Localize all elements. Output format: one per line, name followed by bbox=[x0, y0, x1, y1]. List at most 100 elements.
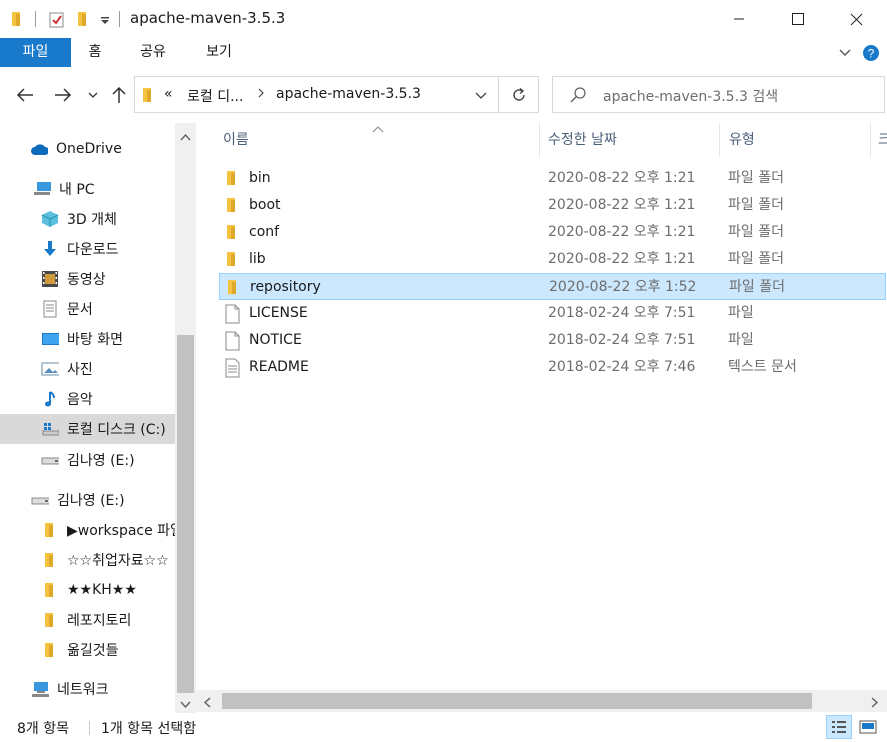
sidebar-item-label: ▶workspace 파일 bbox=[67, 523, 175, 539]
refresh-icon bbox=[512, 87, 525, 101]
expand-ribbon-icon[interactable] bbox=[838, 46, 852, 64]
address-segment-local-disk[interactable]: 로컬 디... bbox=[187, 86, 243, 106]
scroll-right-icon[interactable] bbox=[871, 696, 879, 712]
tab-view[interactable]: 보기 bbox=[199, 38, 239, 67]
tab-share[interactable]: 공유 bbox=[133, 38, 173, 67]
sidebar-item[interactable]: 김나영 (E:) bbox=[0, 485, 175, 515]
sidebar-item[interactable]: 로컬 디스크 (C:) bbox=[0, 414, 175, 444]
file-date: 2020-08-22 오후 1:21 bbox=[548, 251, 696, 267]
minimize-button[interactable] bbox=[709, 0, 769, 38]
up-button[interactable] bbox=[106, 80, 132, 110]
large-icons-view-button[interactable] bbox=[856, 717, 880, 737]
nav-scrollbar-thumb[interactable] bbox=[177, 335, 194, 693]
file-row[interactable]: README 2018-02-24 오후 7:46 텍스트 문서 bbox=[219, 354, 886, 381]
tab-home[interactable]: 홈 bbox=[80, 38, 110, 67]
network-icon bbox=[31, 680, 49, 698]
file-type: 파일 폴더 bbox=[728, 170, 784, 186]
help-icon[interactable]: ? bbox=[862, 44, 880, 66]
tab-file[interactable]: 파일 bbox=[0, 38, 71, 67]
sidebar-item[interactable]: 음악 bbox=[0, 384, 175, 414]
sidebar-item-label: 내 PC bbox=[59, 182, 95, 198]
forward-button[interactable] bbox=[48, 80, 78, 110]
column-header-name[interactable]: 이름 bbox=[223, 123, 249, 157]
sidebar-item[interactable]: 바탕 화면 bbox=[0, 324, 175, 354]
sidebar-item[interactable]: 다운로드 bbox=[0, 234, 175, 264]
file-list-scrollbar-thumb[interactable] bbox=[222, 693, 812, 709]
blank-file-icon bbox=[224, 304, 242, 324]
column-header-date[interactable]: 수정한 날짜 bbox=[548, 123, 617, 157]
scroll-down-icon[interactable] bbox=[180, 697, 191, 713]
sidebar-item[interactable]: ▶workspace 파일 bbox=[0, 515, 175, 545]
address-bar[interactable]: « 로컬 디... apache-maven-3.5.3 bbox=[134, 76, 499, 113]
status-bar: 8개 항목 1개 항목 선택함 bbox=[0, 713, 887, 742]
column-divider[interactable] bbox=[719, 123, 720, 157]
sidebar-item-label: ★★KH★★ bbox=[67, 582, 137, 598]
details-view-button[interactable] bbox=[826, 715, 852, 739]
sidebar-item-label: 문서 bbox=[67, 302, 93, 318]
sidebar-item-label: 다운로드 bbox=[67, 242, 119, 258]
title-bar: apache-maven-3.5.3 bbox=[0, 0, 887, 38]
refresh-button[interactable] bbox=[499, 76, 539, 113]
details-view-icon bbox=[832, 721, 846, 733]
file-name: bin bbox=[249, 170, 271, 186]
document-icon bbox=[41, 300, 59, 318]
status-item-count: 8개 항목 bbox=[17, 721, 69, 737]
file-row[interactable]: NOTICE 2018-02-24 오후 7:51 파일 bbox=[219, 327, 886, 354]
file-row[interactable]: boot 2020-08-22 오후 1:21 파일 폴더 bbox=[219, 192, 886, 219]
drive-icon bbox=[31, 491, 49, 509]
search-box[interactable]: apache-maven-3.5.3 검색 bbox=[552, 76, 885, 113]
file-date: 2020-08-22 오후 1:21 bbox=[548, 170, 696, 186]
nav-scrollbar[interactable] bbox=[175, 123, 196, 713]
address-overflow[interactable]: « bbox=[164, 86, 173, 102]
file-row[interactable]: lib 2020-08-22 오후 1:21 파일 폴더 bbox=[219, 246, 886, 273]
address-history-chevron-down-icon[interactable] bbox=[475, 89, 487, 105]
navigation-pane: OneDrive 내 PC 3D 개체다운로드동영상문서바탕 화면 사진음악로컬 디스… bbox=[0, 123, 196, 713]
column-divider[interactable] bbox=[539, 123, 540, 157]
file-row[interactable]: LICENSE 2018-02-24 오후 7:51 파일 bbox=[219, 300, 886, 327]
file-row[interactable]: conf 2020-08-22 오후 1:21 파일 폴더 bbox=[219, 219, 886, 246]
sidebar-item[interactable]: ☆☆취업자료☆☆ bbox=[0, 545, 175, 575]
sidebar-item[interactable]: 3D 개체 bbox=[0, 204, 175, 234]
sidebar-item[interactable]: OneDrive bbox=[0, 134, 175, 164]
status-selection: 1개 항목 선택함 bbox=[101, 721, 197, 737]
properties-check-icon[interactable] bbox=[48, 11, 66, 33]
desktop-icon bbox=[41, 330, 59, 348]
local-disk-icon bbox=[41, 420, 59, 438]
sidebar-item-label: 동영상 bbox=[67, 272, 106, 288]
scroll-left-icon[interactable] bbox=[203, 696, 211, 712]
column-header-size[interactable]: 크기 bbox=[878, 123, 887, 157]
folder-icon bbox=[224, 169, 242, 187]
customize-toolbar-icon[interactable] bbox=[100, 14, 110, 30]
picture-icon bbox=[41, 360, 59, 378]
sidebar-item[interactable]: 동영상 bbox=[0, 264, 175, 294]
address-segment-current[interactable]: apache-maven-3.5.3 bbox=[276, 86, 421, 102]
file-row[interactable]: repository 2020-08-22 오후 1:52 파일 폴더 bbox=[219, 273, 886, 300]
sidebar-item[interactable]: 레포지토리 bbox=[0, 605, 175, 635]
file-row[interactable]: bin 2020-08-22 오후 1:21 파일 폴더 bbox=[219, 165, 886, 192]
folder-icon bbox=[10, 11, 26, 31]
large-icons-view-icon bbox=[859, 720, 877, 734]
column-header-type[interactable]: 유형 bbox=[729, 123, 755, 157]
sidebar-item[interactable]: 문서 bbox=[0, 294, 175, 324]
sidebar-item[interactable]: 옮길것들 bbox=[0, 635, 175, 665]
sidebar-item[interactable]: 사진 bbox=[0, 354, 175, 384]
new-folder-icon[interactable] bbox=[76, 11, 92, 31]
folder-icon bbox=[225, 278, 243, 296]
file-type: 파일 bbox=[728, 305, 754, 321]
sidebar-item[interactable]: ★★KH★★ bbox=[0, 575, 175, 605]
sidebar-item[interactable]: 김나영 (E:) bbox=[0, 445, 175, 475]
sidebar-item[interactable]: 네트워크 bbox=[0, 674, 175, 704]
sidebar-item[interactable]: 내 PC bbox=[0, 174, 175, 204]
sidebar-item-label: 음악 bbox=[67, 392, 93, 408]
column-divider[interactable] bbox=[870, 123, 871, 157]
scroll-up-icon[interactable] bbox=[180, 129, 191, 145]
maximize-button[interactable] bbox=[768, 0, 828, 38]
ribbon-tabs: 파일 홈 공유 보기 ? bbox=[0, 38, 887, 67]
file-list-scrollbar[interactable] bbox=[196, 690, 887, 712]
file-name: conf bbox=[249, 224, 280, 240]
sidebar-item-label: 레포지토리 bbox=[67, 613, 132, 629]
close-button[interactable] bbox=[826, 0, 886, 38]
chevron-right-icon[interactable] bbox=[257, 87, 265, 103]
back-button[interactable] bbox=[10, 80, 40, 110]
recent-locations-button[interactable] bbox=[84, 80, 102, 110]
